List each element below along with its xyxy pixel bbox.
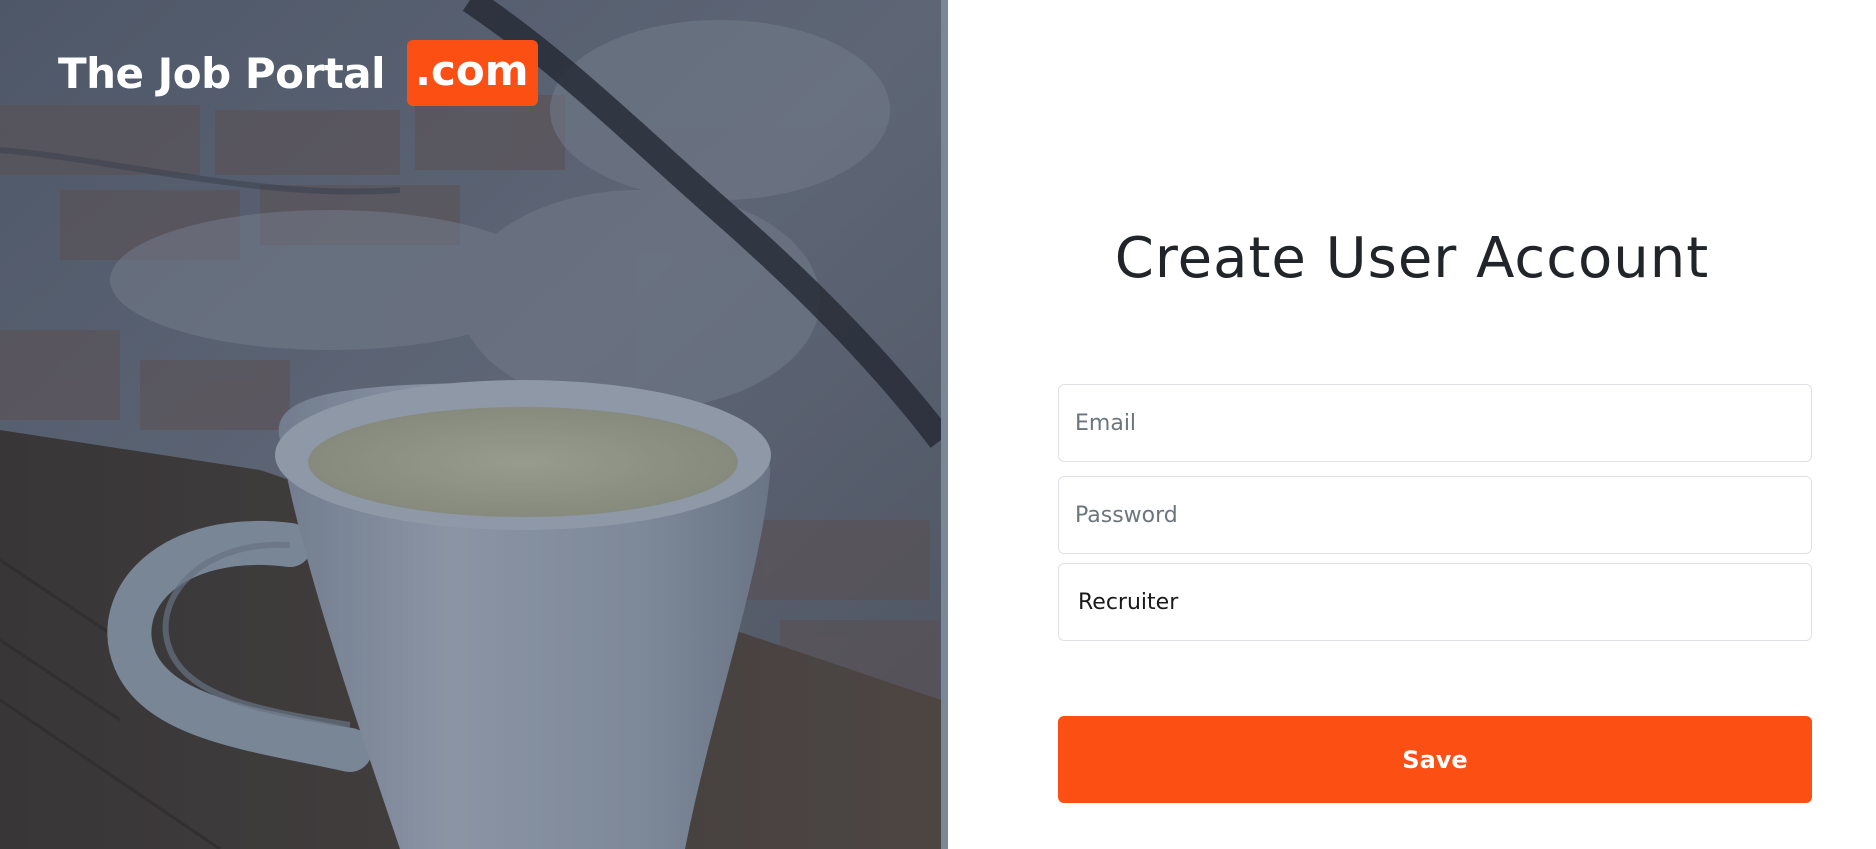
page-title: Create User Account [1114, 226, 1710, 291]
brand-tld-badge: .com [407, 40, 539, 106]
role-select[interactable]: Recruiter [1058, 563, 1812, 641]
save-button[interactable]: Save [1058, 716, 1812, 803]
password-field[interactable] [1058, 476, 1812, 554]
email-field[interactable] [1058, 384, 1812, 462]
hero-panel: The Job Portal .com [0, 0, 941, 849]
hero-photo [0, 0, 941, 849]
create-account-form: Create User Account Recruiter Save [948, 0, 1876, 849]
brand-name: The Job Portal [58, 48, 386, 98]
brand-logo[interactable]: The Job Portal .com [58, 40, 539, 106]
panel-divider [941, 0, 948, 849]
role-select-value: Recruiter [1078, 589, 1179, 615]
page: The Job Portal .com Create User Account … [0, 0, 1876, 849]
